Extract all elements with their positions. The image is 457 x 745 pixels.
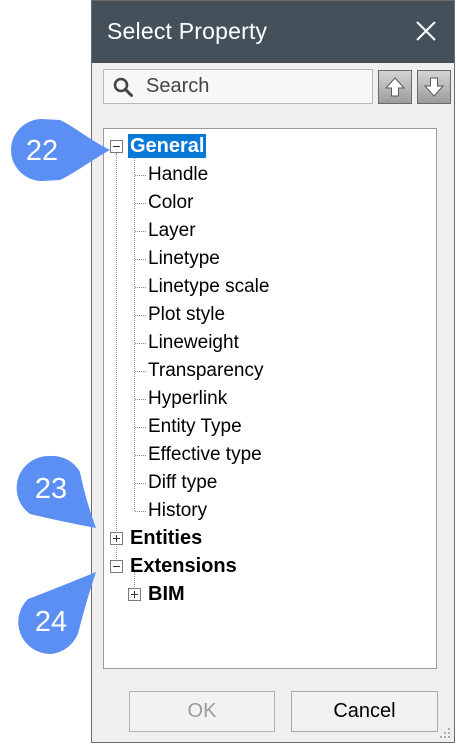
callout-23: 23 — [16, 455, 96, 528]
select-property-dialog: Select Property Search General Handle Co… — [91, 0, 455, 743]
bim-expand-toggle[interactable] — [128, 588, 141, 601]
callout-23-label: 23 — [35, 473, 67, 505]
tree-node-general[interactable]: General — [128, 134, 207, 158]
tree-node-entity-type[interactable]: Entity Type — [148, 415, 242, 439]
tree-node-linetype[interactable]: Linetype — [148, 247, 220, 271]
move-up-button[interactable] — [378, 70, 412, 104]
tree-node-hyperlink[interactable]: Hyperlink — [148, 387, 227, 411]
tree-node-layer[interactable]: Layer — [148, 219, 196, 243]
tree-general-connector — [134, 153, 135, 511]
title-bar: Select Property — [92, 1, 454, 63]
arrow-down-icon — [423, 77, 445, 97]
dialog-title: Select Property — [107, 18, 268, 44]
tree-node-plot-style[interactable]: Plot style — [148, 303, 225, 327]
tree-node-bim[interactable]: BIM — [148, 582, 185, 606]
search-box[interactable] — [103, 69, 373, 104]
tree-node-lineweight[interactable]: Lineweight — [148, 331, 239, 355]
general-collapse-toggle[interactable] — [110, 140, 123, 153]
entities-expand-toggle[interactable] — [110, 532, 123, 545]
property-tree[interactable]: General Handle Color Layer Linetype Line… — [103, 128, 437, 669]
tree-node-entities[interactable]: Entities — [130, 526, 202, 550]
tree-node-effective-type[interactable]: Effective type — [148, 443, 262, 467]
tree-node-diff-type[interactable]: Diff type — [148, 471, 217, 495]
callout-24-label: 24 — [35, 606, 67, 638]
tree-node-history[interactable]: History — [148, 499, 207, 523]
tree-node-extensions[interactable]: Extensions — [130, 554, 237, 578]
ok-button[interactable]: OK — [129, 691, 275, 732]
search-icon — [113, 77, 133, 97]
search-input[interactable] — [146, 70, 368, 103]
arrow-up-icon — [384, 77, 406, 97]
tree-node-handle[interactable]: Handle — [148, 163, 208, 187]
tree-node-linetype-scale[interactable]: Linetype scale — [148, 275, 269, 299]
close-button[interactable] — [406, 11, 446, 51]
callout-22-label: 22 — [26, 135, 58, 167]
move-down-button[interactable] — [417, 70, 451, 104]
extensions-collapse-toggle[interactable] — [110, 560, 123, 573]
callout-24: 24 — [18, 572, 96, 654]
close-icon — [416, 21, 436, 41]
tree-root-connector — [116, 153, 117, 567]
tree-node-transparency[interactable]: Transparency — [148, 359, 263, 383]
tree-node-color[interactable]: Color — [148, 191, 193, 215]
resize-grip-icon[interactable] — [438, 726, 452, 740]
cancel-button[interactable]: Cancel — [291, 691, 438, 732]
